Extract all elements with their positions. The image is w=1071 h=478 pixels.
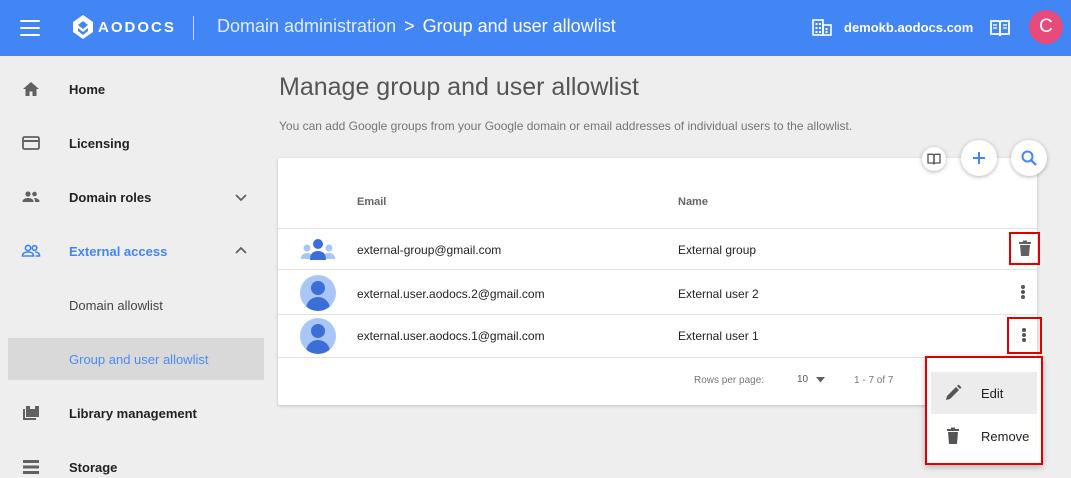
documentation-button[interactable]: [922, 147, 946, 171]
hamburger-menu-icon[interactable]: [18, 17, 42, 39]
dropdown-arrow-icon: [816, 376, 826, 382]
menu-item-label: Remove: [981, 428, 1030, 444]
library-icon: [23, 406, 39, 420]
breadcrumb-parent[interactable]: Domain administration: [217, 16, 396, 37]
row-divider: [278, 269, 1037, 270]
sidebar-item-label: Storage: [69, 459, 118, 475]
sidebar-item-label: Home: [69, 81, 106, 97]
menu-item-remove[interactable]: Remove: [931, 415, 1037, 457]
sidebar-item-label: Group and user allowlist: [69, 351, 209, 367]
chevron-down-icon: [235, 194, 247, 202]
sidebar-item-label: Library management: [69, 405, 197, 421]
menu-item-label: Edit: [981, 385, 1004, 401]
sidebar-item-domain-allowlist[interactable]: Domain allowlist: [0, 278, 270, 332]
people-outline-icon: [21, 244, 41, 257]
user-avatar[interactable]: C: [1029, 10, 1063, 44]
plus-icon: [973, 152, 985, 164]
row-name: External user 1: [678, 329, 759, 343]
open-book-icon: [927, 153, 941, 165]
storage-icon: [23, 460, 39, 474]
header-divider: [193, 16, 194, 40]
sidebar-item-label: Licensing: [69, 135, 130, 151]
allowlist-table-card: [278, 158, 1037, 405]
column-header-email[interactable]: Email: [357, 196, 386, 208]
aodocs-logo[interactable]: AODOCS: [72, 14, 176, 40]
people-icon: [22, 191, 40, 202]
search-icon: [1021, 150, 1037, 166]
row-email: external.user.aodocs.1@gmail.com: [357, 329, 545, 343]
row-name: External user 2: [678, 287, 759, 301]
sidebar-item-external-access[interactable]: External access: [0, 224, 270, 278]
credit-card-icon: [22, 136, 40, 150]
user-avatar-icon: [300, 275, 336, 311]
row-name: External group: [678, 243, 757, 257]
sidebar: Home Licensing Domain roles External acc…: [0, 56, 270, 478]
rows-per-page-value: 10: [797, 374, 809, 385]
top-app-bar: AODOCS Domain administration > Group and…: [0, 0, 1071, 56]
logo-text: AODOCS: [98, 18, 176, 36]
search-button[interactable]: [1011, 140, 1047, 176]
menu-item-edit[interactable]: Edit: [931, 372, 1037, 414]
header-divider: [278, 228, 1037, 229]
row-email: external-group@gmail.com: [357, 243, 502, 257]
breadcrumb: Domain administration > Group and user a…: [217, 16, 616, 37]
breadcrumb-current: Group and user allowlist: [422, 16, 616, 36]
rows-per-page-label: Rows per page:: [694, 375, 765, 386]
home-icon: [23, 82, 39, 96]
row-context-menu: Edit Remove: [925, 356, 1043, 465]
user-avatar-icon: [300, 318, 336, 354]
add-button[interactable]: [961, 140, 997, 176]
sidebar-item-storage[interactable]: Storage: [0, 440, 270, 478]
column-header-name[interactable]: Name: [678, 196, 708, 208]
domain-name: demokb.aodocs.com: [844, 19, 974, 35]
trash-icon: [1018, 240, 1031, 256]
building-icon: [812, 19, 832, 36]
more-options-button-highlighted[interactable]: [1007, 317, 1042, 354]
pagination-range: 1 - 7 of 7: [854, 375, 894, 386]
sidebar-item-domain-roles[interactable]: Domain roles: [0, 170, 270, 224]
open-book-icon[interactable]: [990, 19, 1010, 37]
delete-row-button[interactable]: [1009, 232, 1040, 265]
sidebar-item-library-management[interactable]: Library management: [0, 386, 270, 440]
row-divider: [278, 314, 1037, 315]
sidebar-item-licensing[interactable]: Licensing: [0, 116, 270, 170]
page-title: Manage group and user allowlist: [279, 73, 639, 101]
sidebar-item-home[interactable]: Home: [0, 62, 270, 116]
sidebar-item-label: Domain allowlist: [69, 297, 163, 313]
aodocs-logo-icon: [73, 15, 93, 39]
more-options-icon[interactable]: [1016, 283, 1030, 301]
sidebar-item-group-and-user-allowlist[interactable]: Group and user allowlist: [8, 338, 264, 380]
pencil-icon: [946, 384, 962, 400]
more-options-icon: [1017, 326, 1031, 344]
row-divider: [278, 357, 1037, 358]
breadcrumb-separator: >: [404, 16, 415, 36]
chevron-up-icon: [235, 246, 247, 254]
rows-per-page-select[interactable]: 10: [797, 374, 826, 385]
trash-icon: [947, 427, 959, 444]
sidebar-item-label: Domain roles: [69, 189, 152, 205]
row-email: external.user.aodocs.2@gmail.com: [357, 287, 545, 301]
group-icon: [301, 239, 335, 260]
page-description: You can add Google groups from your Goog…: [279, 119, 853, 133]
sidebar-item-label: External access: [69, 243, 168, 259]
domain-indicator[interactable]: demokb.aodocs.com: [812, 18, 973, 36]
